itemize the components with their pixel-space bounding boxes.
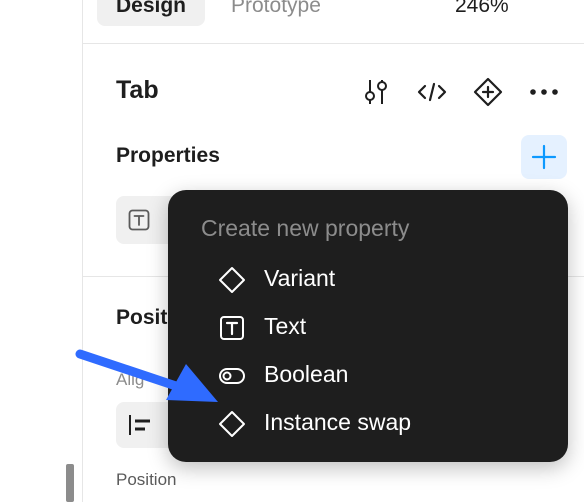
- diamond-icon: [219, 267, 245, 293]
- create-property-menu: Create new property Variant Text Boolean…: [168, 190, 568, 462]
- position-label: Position: [116, 470, 177, 489]
- menu-header: Create new property: [201, 215, 410, 241]
- pointer-arrow-annotation: [75, 349, 218, 402]
- chevron-down-icon[interactable]: [535, 0, 557, 6]
- menu-item-label: Boolean: [264, 361, 349, 387]
- layers-scrollbar[interactable]: [66, 464, 74, 502]
- plus-icon: [531, 144, 557, 170]
- menu-item-label: Text: [264, 313, 307, 339]
- menu-item-label: Instance swap: [264, 409, 412, 435]
- tab-prototype[interactable]: Prototype: [231, 0, 321, 26]
- properties-label: Properties: [116, 144, 220, 167]
- adjust-sliders-icon[interactable]: [360, 76, 392, 108]
- menu-item-variant[interactable]: Variant: [168, 254, 568, 302]
- more-icon[interactable]: [528, 76, 560, 108]
- position-section-title: Posit: [116, 306, 168, 329]
- add-property-button[interactable]: [521, 135, 567, 179]
- code-icon[interactable]: [416, 76, 448, 108]
- canvas-strip: [0, 0, 82, 502]
- menu-item-label: Variant: [264, 265, 336, 291]
- component-diamond-icon[interactable]: [472, 76, 504, 108]
- tab-design[interactable]: Design: [97, 0, 205, 26]
- zoom-level[interactable]: 246%: [455, 0, 509, 26]
- component-title: Tab: [116, 76, 159, 104]
- text-property-icon: [128, 209, 150, 231]
- panel-tabs: Design Prototype 246%: [83, 0, 584, 44]
- text-box-icon: [220, 316, 244, 340]
